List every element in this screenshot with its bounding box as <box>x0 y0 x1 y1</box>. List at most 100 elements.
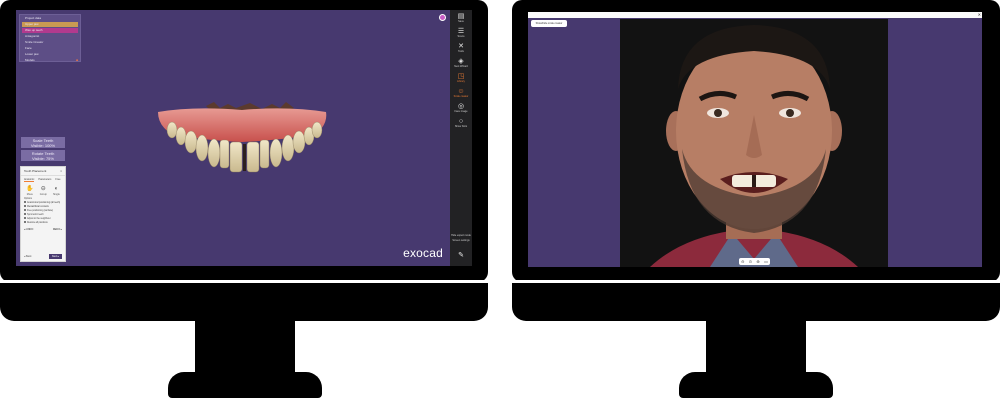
app-logo-icon[interactable] <box>439 14 446 21</box>
camera-icon: ◎ <box>457 102 465 110</box>
toolbar-button[interactable]: ○ Show hints <box>450 115 472 130</box>
toolbar-button[interactable]: ◎ Face image <box>450 100 472 115</box>
wizard-option-label: Adjust to the neighbour <box>27 218 51 220</box>
help-icon: ○ <box>458 117 464 125</box>
left-monitor-neck <box>195 321 295 379</box>
right-monitor-chin <box>512 283 1000 321</box>
tab-anatomic[interactable]: Anatomic <box>24 178 35 182</box>
window-titlebar: ✕ <box>528 12 982 18</box>
project-tree[interactable]: Project data Upper jaw Wax up teeth Antagon… <box>19 14 81 62</box>
tree-item-label: Lower jaw <box>25 52 39 56</box>
zoom-reset-icon[interactable]: ⊙ <box>749 259 752 265</box>
wizard-tabs: Anatomic Parameters Free <box>21 176 65 184</box>
move-tool-button[interactable]: ✋ Move <box>26 186 33 196</box>
wizard-icon: ◈ <box>458 57 464 65</box>
tooth-library-icon: ◳ <box>457 72 465 80</box>
face-image-screen: ✕ Show/hide smile creator ⊖ ⊙ ⊕ ▭ <box>528 12 982 267</box>
toolbar-button[interactable]: ◳ Library <box>450 70 472 85</box>
pointer-icon: ✋ <box>26 186 34 192</box>
screen-settings-link[interactable]: Screen settings <box>450 239 472 242</box>
tools-icon: ✕ <box>458 42 464 50</box>
toolbar-button-label: Scans <box>457 34 465 38</box>
wizard-undo-redo: ◂ UNDO REDO ▸ <box>21 225 65 234</box>
tab-parameters[interactable]: Parameters <box>38 178 51 182</box>
tooth-placement-wizard: Tooth Placement × Anatomic Parameters Fr… <box>20 166 66 262</box>
dual-monitor-stage: Project data Upper jaw Wax up teeth Antagon… <box>0 0 1000 401</box>
next-button[interactable]: Next ▸ <box>48 254 62 259</box>
wizard-option-label: Anatomical positioning (all teeth) <box>27 202 61 204</box>
tree-item[interactable]: Smile Creator <box>22 40 78 45</box>
single-icon: ◐ <box>54 186 59 192</box>
single-tool-button[interactable]: ◐ Single <box>53 186 60 196</box>
close-icon[interactable]: × <box>60 169 62 173</box>
tree-item-label: Smile Creator <box>25 40 44 44</box>
smile-icon: ☺ <box>457 87 465 95</box>
save-icon: ▤ <box>457 12 465 20</box>
zoom-in-icon[interactable]: ⊕ <box>756 259 759 265</box>
toolbar-button[interactable]: ✕ Tools <box>450 40 472 55</box>
tree-item-tag: ■ <box>76 58 78 62</box>
toggle-smile-creator-button[interactable]: Show/hide smile creator <box>531 20 567 27</box>
right-toolbar: ▤ Save ☰ Scans ✕ Tools ◈ Next Wizard ◳ Library ☺ Sm… <box>450 10 472 266</box>
tree-item[interactable]: Models ■ <box>22 58 78 63</box>
midline-gap <box>243 144 246 171</box>
toolbar-button-label: Face image <box>454 109 468 113</box>
toolbar-button-label: Save <box>458 19 464 23</box>
right-monitor-foot <box>679 372 833 398</box>
close-icon[interactable]: ✕ <box>978 12 981 18</box>
tree-item-label: Wax up teeth <box>25 28 43 32</box>
exocad-logo: exocad <box>403 246 443 260</box>
redo-button[interactable]: REDO ▸ <box>53 228 62 231</box>
checkbox-icon[interactable] <box>24 221 26 224</box>
toolbar-button[interactable]: ☺ Smile creator <box>450 85 472 100</box>
left-monitor-chin <box>0 283 488 321</box>
wizard-option-label: Symmetric teeth <box>27 214 44 216</box>
wizard-footer: ◂ Back Next ▸ <box>24 254 62 259</box>
checkbox-icon[interactable] <box>24 217 26 220</box>
toolbar-button[interactable]: ☰ Scans <box>450 25 472 40</box>
tree-item-label: Upper jaw <box>25 22 39 26</box>
undo-button[interactable]: ◂ UNDO <box>24 228 33 231</box>
right-monitor-neck <box>706 321 806 379</box>
tree-item[interactable]: Upper jaw <box>22 22 78 27</box>
toolbar-button[interactable]: ▤ Save <box>450 10 472 25</box>
rotate-teeth-button[interactable]: Rotate Teeth Visible: 75% <box>21 150 65 161</box>
zoom-out-icon[interactable]: ⊖ <box>741 259 744 265</box>
checkbox-icon[interactable] <box>24 209 26 212</box>
tree-item[interactable]: Project data <box>22 16 78 21</box>
hide-expert-mode-link[interactable]: Hide expert mode <box>450 234 472 237</box>
toolbar-button-label: Tools <box>458 49 464 53</box>
left-monitor-foot <box>168 372 322 398</box>
zoom-controls: ⊖ ⊙ ⊕ ▭ <box>739 258 770 265</box>
back-button[interactable]: ◂ Back <box>24 255 32 258</box>
wizard-option-label: Restore all positions <box>27 222 48 224</box>
tree-item-label: Models <box>25 58 35 62</box>
tree-item-label: Antagonist <box>25 34 40 38</box>
toolbar-button-label: Smile creator <box>453 94 469 98</box>
patient-face-photo[interactable] <box>620 19 888 267</box>
group-tool-button[interactable]: ⊖ Group <box>40 186 47 196</box>
checkbox-icon[interactable] <box>24 201 26 204</box>
toolbar-bottom: Hide expert mode Screen settings ✎ <box>450 234 472 262</box>
checkbox-icon[interactable] <box>24 213 26 216</box>
view-controls-icon[interactable]: ✎ <box>458 252 464 259</box>
group-icon: ⊖ <box>40 186 46 192</box>
wizard-title: Tooth Placement <box>24 169 47 173</box>
wizard-option-label: Mesial/distal contacts <box>27 206 49 208</box>
exocad-screen: Project data Upper jaw Wax up teeth Antagon… <box>16 10 472 266</box>
toolbar-button[interactable]: ◈ Next Wizard <box>450 55 472 70</box>
tree-item[interactable]: Antagonist <box>22 34 78 39</box>
tree-item[interactable]: Face <box>22 46 78 51</box>
tab-free[interactable]: Free <box>55 178 60 182</box>
dental-3d-model[interactable] <box>154 100 329 174</box>
fit-view-icon[interactable]: ▭ <box>764 259 768 265</box>
layers-icon: ☰ <box>457 27 465 35</box>
scale-teeth-button[interactable]: Scale Teeth Visible: 100% <box>21 137 65 148</box>
tree-item[interactable]: Lower jaw <box>22 52 78 57</box>
toolbar-button-label: Next Wizard <box>454 64 468 68</box>
toolbar-button-label: Library <box>457 79 465 83</box>
checkbox-icon[interactable] <box>24 205 26 208</box>
wizard-header: Tooth Placement × <box>21 167 65 176</box>
tree-item[interactable]: Wax up teeth <box>22 28 78 33</box>
toolbar-button-label: Show hints <box>454 124 468 128</box>
